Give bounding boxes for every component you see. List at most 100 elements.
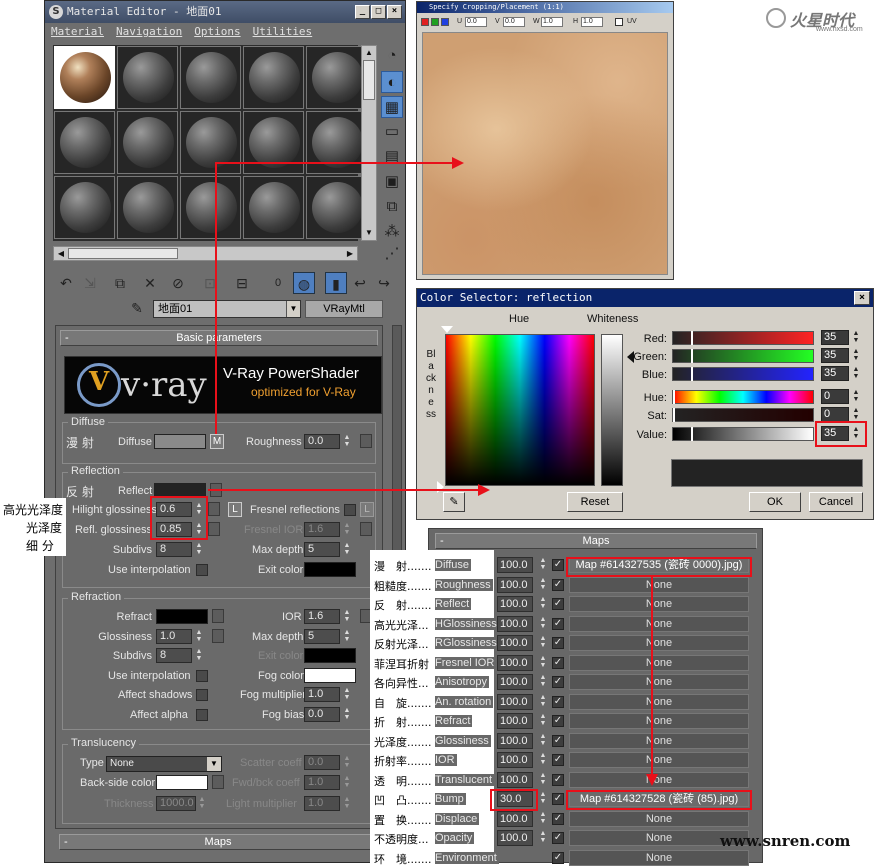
spinner-arrows-icon[interactable]: ▲ ▼ [851,407,861,422]
map-row-amount-spinner[interactable]: 100.0 [497,752,533,768]
close-button[interactable]: × [387,5,402,19]
spinner-arrows-icon[interactable]: ▲ ▼ [342,755,352,770]
refr-subdivs-spinner[interactable]: 8 [156,648,192,663]
make-unique-icon[interactable]: ⊡ [199,272,221,294]
slots-horizontal-scrollbar[interactable]: ◀ ▶ [53,246,358,261]
material-name-field[interactable]: 地面01 ▼ [153,300,301,318]
map-row-enable-checkbox[interactable]: ✓ [552,637,564,649]
hue-blackness-spectrum[interactable] [445,334,595,486]
sample-slot[interactable] [54,176,115,239]
map-row-map-button[interactable]: None [569,849,749,866]
refl-max-depth-spinner[interactable]: 5 [304,542,340,557]
material-navigator-icon[interactable]: ⋰ [381,243,403,265]
map-row-enable-checkbox[interactable]: ✓ [552,851,564,864]
spinner-arrows-icon[interactable]: ▲ ▼ [342,796,352,811]
map-row-amount-spinner[interactable]: 100.0 [497,615,533,632]
go-to-parent-icon[interactable]: ↩ [349,272,371,294]
spinner-arrows-icon[interactable]: ▲ ▼ [342,609,352,624]
whiteness-bar[interactable] [601,334,623,486]
scroll-left-icon[interactable]: ◀ [55,248,67,259]
map-row-enable-checkbox[interactable]: ✓ [552,656,564,669]
spinner-arrows-icon[interactable]: ▲ ▼ [538,830,548,845]
affect-shadows-checkbox[interactable] [196,689,208,701]
background-icon[interactable]: ▦ [381,96,403,118]
green-channel-icon[interactable] [431,18,439,26]
fresnel-ior-map-button[interactable] [360,522,372,536]
spinner-arrows-icon[interactable]: ▲ ▼ [538,811,548,826]
spinner-arrows-icon[interactable]: ▲ ▼ [851,389,861,404]
spinner-arrows-icon[interactable]: ▲ ▼ [538,713,548,728]
spinner-arrows-icon[interactable]: ▲ ▼ [342,522,352,537]
red-slider[interactable] [672,331,814,345]
spinner-arrows-icon[interactable]: ▲ ▼ [538,655,548,670]
spinner-arrows-icon[interactable]: ▲ ▼ [538,635,548,650]
sample-slot-active[interactable] [54,46,115,109]
sat-value[interactable]: 0 [821,407,849,422]
map-row-map-button[interactable]: None [569,771,749,788]
hilight-lock-button[interactable]: L [228,502,242,517]
refr-glossiness-map-button[interactable] [212,629,224,643]
red-value[interactable]: 35 [821,330,849,345]
hue-pointer-icon[interactable] [441,326,453,333]
show-end-result-icon[interactable]: ▮ [325,272,347,294]
slider-thumb[interactable] [691,331,693,345]
map-row-amount-spinner[interactable]: 100.0 [497,576,533,593]
map-row-enable-checkbox[interactable]: ✓ [552,832,564,844]
map-row-map-button[interactable]: None [569,732,749,749]
slider-thumb[interactable] [691,427,693,441]
refr-exit-color-swatch[interactable] [304,648,356,663]
spinner-arrows-icon[interactable]: ▲ ▼ [194,648,204,663]
maps-header[interactable]: - Maps [435,533,757,549]
red-channel-icon[interactable] [421,18,429,26]
crop-v-field[interactable]: 0.0 [503,17,525,27]
map-row-amount-spinner[interactable]: 100.0 [497,771,533,788]
pick-material-icon[interactable]: ✎ [127,300,147,318]
sample-slot[interactable] [306,176,367,239]
menu-navigation[interactable]: Navigation [110,23,188,40]
copy-material-icon[interactable]: ⊘ [167,272,189,294]
chevron-down-icon[interactable]: ▼ [207,757,221,771]
spinner-arrows-icon[interactable]: ▲ ▼ [538,596,548,611]
spinner-arrows-icon[interactable]: ▲ ▼ [538,674,548,689]
refl-subdivs-spinner[interactable]: 8 [156,542,192,557]
map-row-enable-checkbox[interactable]: ✓ [552,812,564,825]
spinner-arrows-icon[interactable]: ▲ ▼ [342,687,352,702]
map-row-enable-checkbox[interactable]: ✓ [552,598,564,610]
map-row-map-button[interactable]: None [569,810,749,827]
sample-slot[interactable] [180,46,241,109]
spinner-arrows-icon[interactable]: ▲ ▼ [342,775,352,790]
green-slider[interactable] [672,349,814,363]
map-row-map-button[interactable]: None [569,752,749,768]
maximize-button[interactable]: □ [371,5,386,19]
fresnel-ior-spinner[interactable]: 1.6 [304,522,340,537]
roughness-map-button[interactable] [360,434,372,448]
eyedropper-icon[interactable]: ✎ [443,492,465,512]
spinner-arrows-icon[interactable]: ▲ ▼ [194,542,204,557]
spinner-arrows-icon[interactable]: ▲ ▼ [851,330,861,345]
map-row-enable-checkbox[interactable]: ✓ [552,754,564,766]
slider-thumb[interactable] [673,390,675,404]
sample-slot[interactable] [117,46,178,109]
map-row-enable-checkbox[interactable]: ✓ [552,734,564,747]
refract-map-button[interactable] [212,609,224,623]
ior-spinner[interactable]: 1.6 [304,609,340,624]
refl-interpolation-checkbox[interactable] [196,564,208,576]
spinner-arrows-icon[interactable]: ▲ ▼ [538,616,548,631]
map-row-map-button[interactable]: None [569,654,749,671]
refr-glossiness-spinner[interactable]: 1.0 [156,629,192,644]
close-icon[interactable]: × [854,291,870,305]
fresnel-checkbox[interactable] [344,504,356,516]
go-forward-sibling-icon[interactable]: ↪ [373,272,395,294]
map-row-amount-spinner[interactable]: 100.0 [497,557,533,573]
spinner-arrows-icon[interactable]: ▲ ▼ [538,733,548,748]
refl-map-button[interactable] [208,522,220,536]
hue-value[interactable]: 0 [821,389,849,404]
map-row-enable-checkbox[interactable]: ✓ [552,559,564,571]
slider-thumb[interactable] [691,367,693,381]
spinner-arrows-icon[interactable]: ▲ ▼ [538,752,548,767]
spinner-arrows-icon[interactable]: ▲ ▼ [538,772,548,787]
spinner-arrows-icon[interactable]: ▲ ▼ [342,542,352,557]
sample-slot[interactable] [180,176,241,239]
scatter-coeff-spinner[interactable]: 0.0 [304,755,340,770]
blue-slider[interactable] [672,367,814,381]
